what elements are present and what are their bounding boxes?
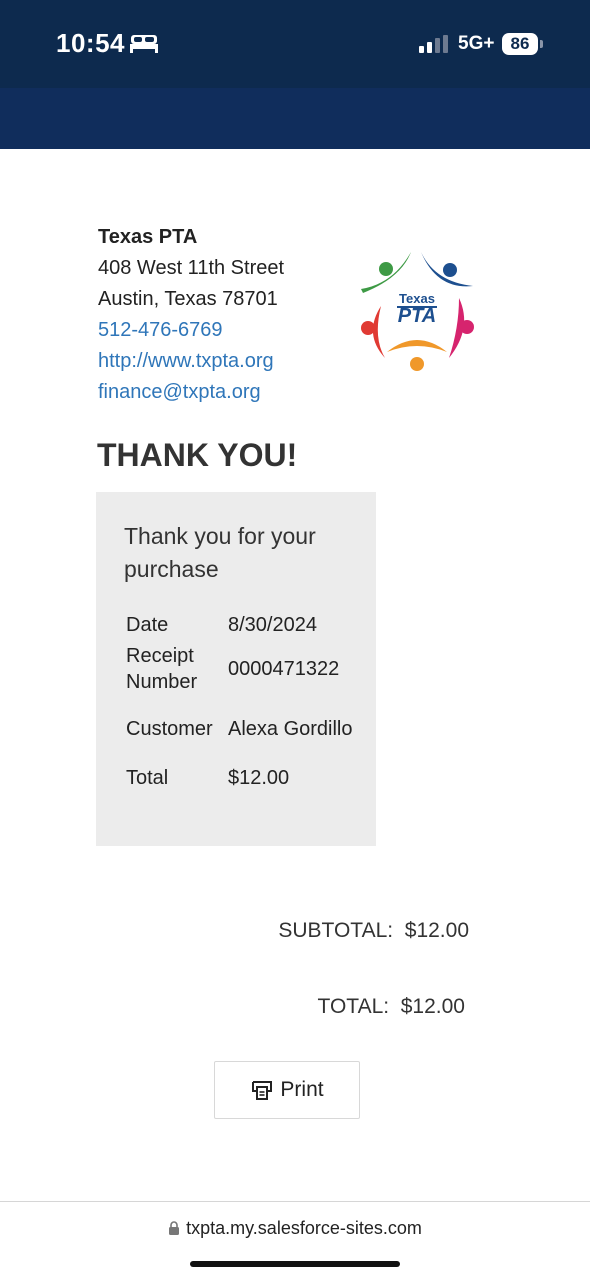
receipt-row-number: Receipt Number 0000471322 [122,640,368,698]
receipt-label: Date [126,614,169,636]
website-link[interactable]: http://www.txpta.org [98,346,284,377]
print-button-label: Print [280,1078,324,1101]
browser-url-bar[interactable]: txpta.my.salesforce-sites.com [0,1218,590,1239]
logo-text-pta: PTA [398,305,437,327]
address-line-2: Austin, Texas 78701 [98,288,278,310]
status-time: 10:54 [56,28,125,58]
receipt-label: Total [126,767,169,789]
receipt-value: 8/30/2024 [228,614,317,636]
subtotal-line: SUBTOTAL: $12.00 [278,919,469,942]
receipt-label: Receipt Number [126,645,198,693]
receipt-row-customer: Customer Alexa Gordillo [122,698,368,760]
site-header-band [0,88,590,149]
receipt-value: $12.00 [228,767,290,789]
receipt-number-link[interactable]: 0000471322 [224,640,368,698]
organization-name: Texas PTA [98,226,198,248]
receipt-row-date: Date 8/30/2024 [122,610,368,640]
battery-nub [540,40,543,48]
total-line: TOTAL: $12.00 [317,995,465,1018]
organization-info: Texas PTA 408 West 11th Street Austin, T… [98,222,284,408]
receipt-label: Customer [126,718,213,740]
browser-url: txpta.my.salesforce-sites.com [186,1218,422,1238]
cellular-signal-icon [419,35,448,53]
thank-you-heading: THANK YOU! [97,437,298,473]
browser-divider [0,1201,590,1202]
lock-icon [169,1221,180,1235]
network-type: 5G+ [458,33,495,54]
receipt-summary-box: Thank you for your purchase Date 8/30/20… [96,492,376,846]
status-bar: 10:54 5G+ 86 [0,0,590,88]
home-indicator[interactable] [190,1261,400,1267]
print-button[interactable]: Print [214,1061,360,1119]
sleep-bed-icon [130,35,158,53]
phone-link[interactable]: 512-476-6769 [98,315,284,346]
email-link[interactable]: finance@txpta.org [98,377,284,408]
receipt-value: Alexa Gordillo [228,718,353,740]
receipt-message: Thank you for your purchase [124,523,316,582]
logo-text-texas: Texas [399,291,435,306]
receipt-details-table: Date 8/30/2024 Receipt Number 0000471322… [122,610,368,796]
texas-pta-logo: Texas PTA [355,248,479,372]
address-line-1: 408 West 11th Street [98,257,285,279]
receipt-row-total: Total $12.00 [122,760,368,796]
printer-icon [252,1081,273,1100]
battery-level: 86 [502,33,538,55]
